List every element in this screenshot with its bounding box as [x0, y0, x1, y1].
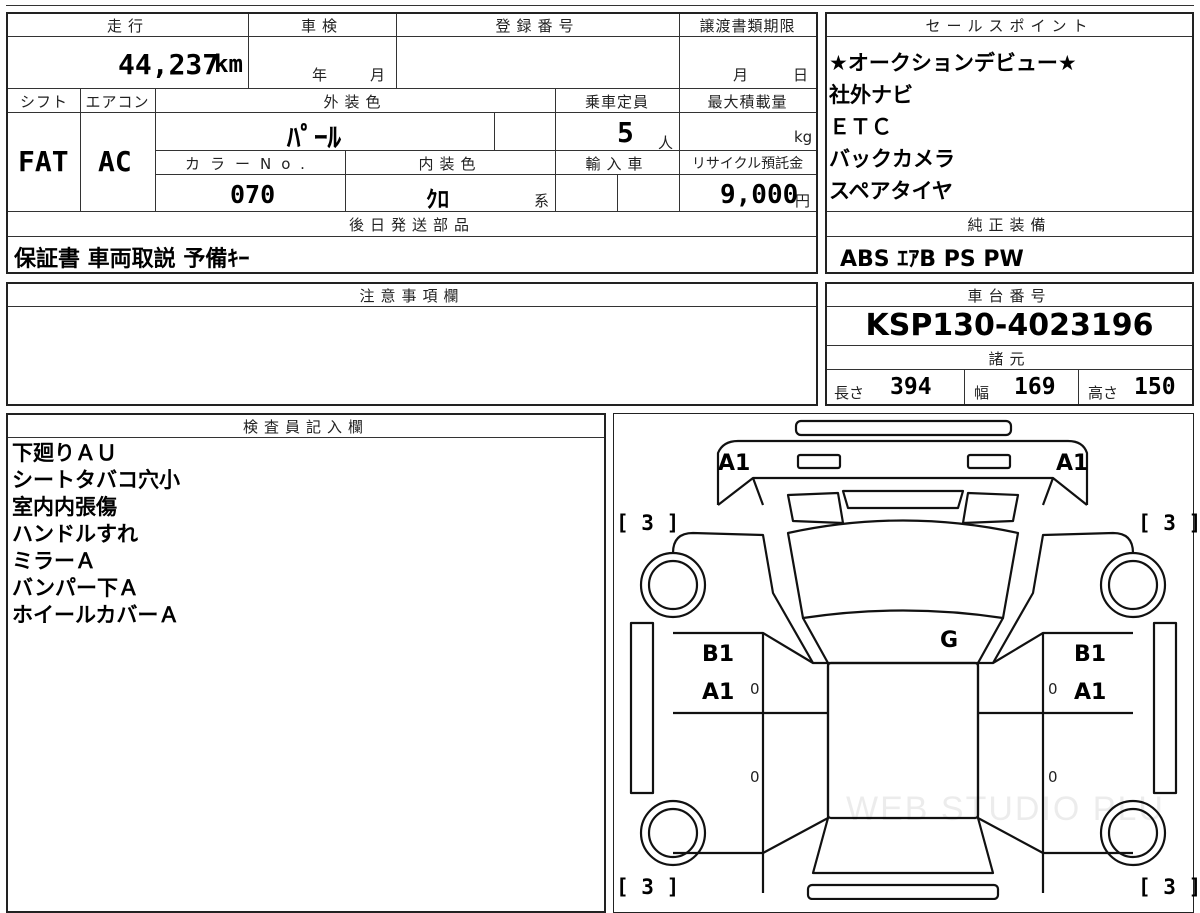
left-fender-shape: [629, 621, 655, 795]
watermark: WEB STUDIO PLU: [846, 790, 1165, 828]
later-parts-label: 後日発送部品: [348, 216, 475, 234]
front-bumper-outline: [794, 419, 1013, 437]
width-value: 169: [1014, 374, 1056, 400]
left-grille-shape: [786, 491, 845, 525]
left-top-bracket: [ 3 ]: [616, 511, 680, 535]
left-bottom-bracket: [ 3 ]: [616, 875, 680, 899]
inspector-item: ミラーＡ: [12, 549, 96, 573]
left-small-mark-1: 0: [750, 680, 760, 698]
shaken-year-unit: 年: [312, 66, 328, 84]
right-bottom-bracket: [ 3 ]: [1138, 875, 1200, 899]
max-load-label: 最大積載量: [707, 93, 788, 111]
recycle-fee-value: 9,000: [720, 180, 799, 210]
sales-point-item: スペアタイヤ: [829, 179, 953, 203]
sales-point-item: ★オークションデビュー★: [829, 51, 1077, 75]
right-top-bracket: [ 3 ]: [1138, 511, 1200, 535]
deadline-month-unit: 月: [733, 66, 749, 84]
shift-label: シフト: [19, 93, 68, 111]
sales-point-item: バックカメラ: [829, 147, 955, 171]
right-small-mark-2: 0: [1048, 768, 1058, 786]
height-value: 150: [1134, 374, 1176, 400]
length-value: 394: [890, 374, 932, 400]
right-headlight-shape: [966, 453, 1012, 470]
chassis-value: KSP130-4023196: [865, 308, 1154, 343]
mileage-label: 走行: [106, 17, 149, 35]
inspector-list: 下廻りＡＵ シートタバコ穴小 室内内張傷 ハンドルすれ ミラーＡ バンパー下Ａ …: [12, 440, 180, 629]
transfer-deadline-label: 譲渡書類期限: [699, 17, 796, 35]
width-label: 幅: [974, 384, 990, 402]
deadline-day-unit: 日: [793, 66, 809, 84]
sales-points-label: セールスポイント: [925, 17, 1094, 35]
front-left-mark: A1: [718, 451, 751, 476]
right-grille-shape: [961, 491, 1020, 525]
windshield-outline: [786, 519, 1020, 620]
specs-label: 諸元: [988, 350, 1031, 368]
interior-color-label: 内装色: [418, 155, 482, 173]
left-headlight-shape: [796, 453, 842, 470]
aircon-value: AC: [98, 145, 132, 178]
notes-label: 注意事項欄: [359, 287, 465, 305]
recycle-fee-label: リサイクル預託金: [691, 156, 804, 172]
left-door-a-mark: A1: [702, 680, 735, 705]
exterior-color-value: ﾊﾟｰﾙ: [287, 123, 341, 154]
recycle-fee-unit: 円: [795, 192, 811, 210]
chassis-label: 車台番号: [967, 287, 1052, 305]
color-no-value: 070: [230, 180, 276, 209]
inspector-item: 室内内張傷: [12, 495, 117, 519]
shift-value: FAT: [18, 145, 69, 178]
front-right-mark: A1: [1056, 451, 1089, 476]
length-label: 長さ: [834, 384, 865, 402]
registration-number-label: 登録番号: [495, 17, 580, 35]
exterior-color-label: 外装色: [323, 93, 387, 111]
left-front-wheel: [639, 551, 707, 619]
shaken-month-unit: 月: [370, 66, 386, 84]
rear-bumper-outline: [806, 883, 1000, 900]
interior-color-unit: 系: [534, 192, 550, 210]
max-load-unit: kg: [794, 128, 813, 146]
inspector-item: バンパー下Ａ: [12, 576, 140, 600]
factory-equipment-value: ABS ｴｱB PS PW: [840, 247, 1024, 272]
import-label: 輸入車: [585, 155, 649, 173]
later-parts-value: 保証書 車両取説 予備ｷｰ: [14, 247, 250, 272]
glass-mark: G: [940, 628, 959, 653]
capacity-unit: 人: [658, 134, 674, 152]
inspector-item: 下廻りＡＵ: [12, 441, 117, 465]
factory-equipment-label: 純正装備: [967, 216, 1052, 234]
inspector-label: 検査員記入欄: [242, 418, 369, 436]
right-small-mark-1: 0: [1048, 680, 1058, 698]
color-no-label: カラーNo.: [185, 155, 315, 173]
shaken-label: 車検: [300, 17, 343, 35]
hood-outline: [716, 439, 1089, 505]
right-door-b-mark: B1: [1074, 642, 1107, 667]
inspector-item: ホイールカバーＡ: [12, 603, 180, 627]
sales-point-item: ＥＴＣ: [829, 115, 892, 139]
left-small-mark-2: 0: [750, 768, 760, 786]
left-door-b-mark: B1: [702, 642, 735, 667]
left-rear-wheel: [639, 799, 707, 867]
sales-point-item: 社外ナビ: [829, 83, 913, 107]
height-label: 高さ: [1088, 384, 1119, 402]
capacity-value: 5: [617, 116, 634, 149]
sales-points-list: ★オークションデビュー★ 社外ナビ ＥＴＣ バックカメラ スペアタイヤ: [829, 47, 1077, 207]
aircon-label: エアコン: [85, 93, 150, 111]
mileage-unit: km: [214, 50, 243, 78]
right-door-a-mark: A1: [1074, 680, 1107, 705]
inspector-item: シートタバコ穴小: [12, 468, 180, 492]
capacity-label: 乗車定員: [584, 93, 649, 111]
mileage-value: 44,237: [118, 48, 220, 81]
top-edge-strip: [6, 0, 1194, 6]
interior-color-value: ｸﾛ: [426, 187, 449, 213]
right-front-wheel: [1099, 551, 1167, 619]
right-fender-shape: [1152, 621, 1178, 795]
inspector-item: ハンドルすれ: [12, 522, 138, 546]
